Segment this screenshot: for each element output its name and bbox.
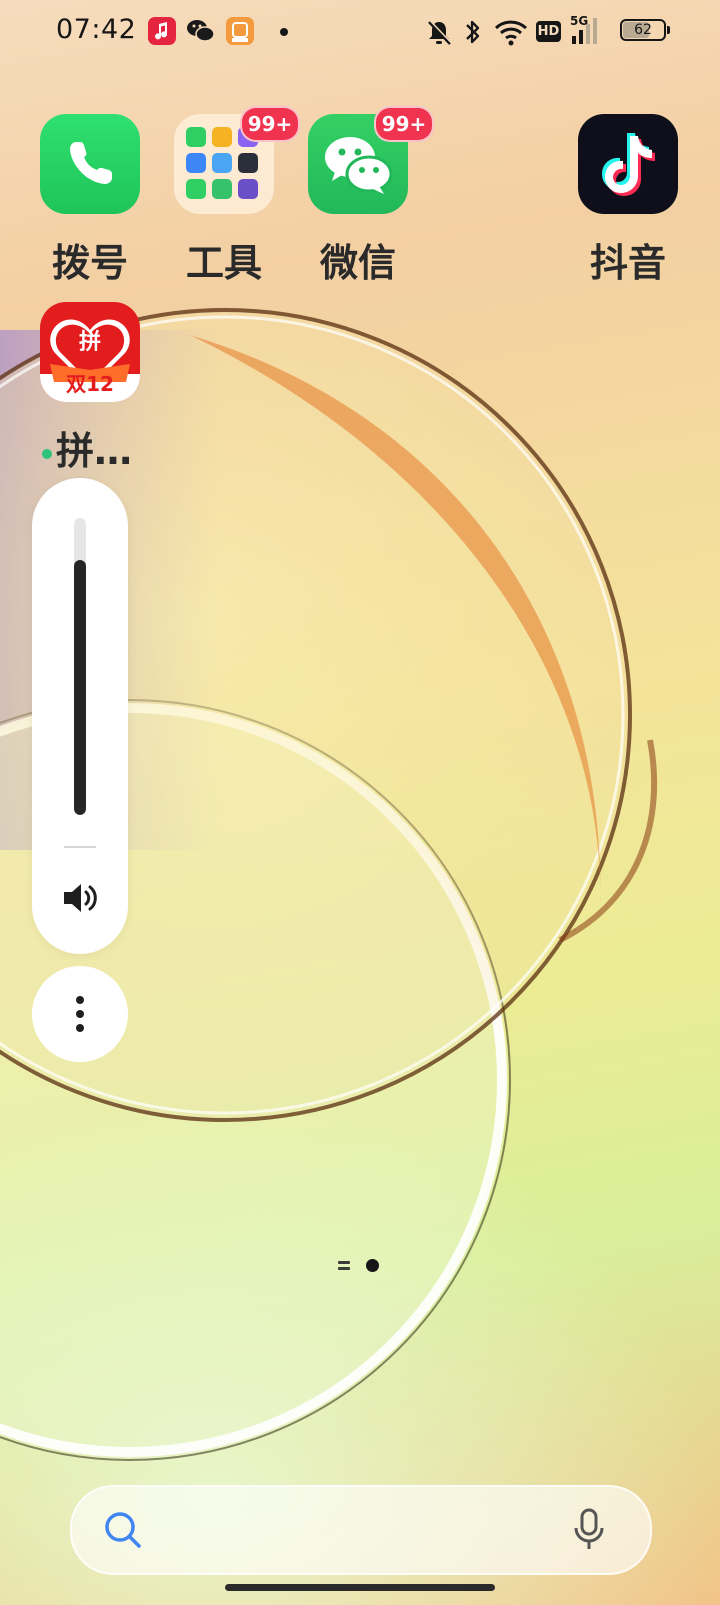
page-dot-current (366, 1259, 379, 1272)
more-dot-icon (280, 28, 288, 36)
app-sub-label: 双12 (66, 372, 114, 396)
cellular-5g-icon: 5G (570, 14, 610, 48)
volume-divider (64, 846, 96, 848)
volume-slider-fill (74, 560, 86, 815)
status-bar: 07:42 HD 5G 62 (0, 0, 720, 64)
home-screen: 07:42 HD 5G 62 拨号 99+ 工具 99+ 微信 抖音 拼 双12… (0, 0, 720, 1605)
bluetooth-icon (466, 20, 480, 44)
app-label: 拨号 (51, 241, 128, 285)
page-dot-1b (338, 1267, 350, 1270)
microphone-icon[interactable] (572, 1507, 606, 1553)
app-douyin[interactable]: 抖音 (578, 114, 678, 287)
app-label: 抖音 (589, 241, 666, 285)
wifi-icon (494, 20, 528, 46)
search-input[interactable] (162, 1507, 546, 1551)
notification-badge: 99+ (240, 106, 300, 142)
hd-icon: HD (536, 21, 561, 42)
search-bar[interactable] (70, 1485, 652, 1575)
wechat-icon: 99+ (308, 106, 434, 214)
pinduoduo-icon: 拼 双12 (40, 302, 140, 402)
phone-icon (40, 114, 140, 214)
douyin-icon (578, 114, 678, 214)
notification-badge: 99+ (374, 106, 434, 142)
volume-more-button[interactable] (32, 966, 128, 1062)
app-label: 拼… (42, 420, 142, 475)
app-logo-text: 拼 (78, 330, 101, 355)
app-wechat[interactable]: 99+ 微信 (308, 106, 434, 287)
volume-slider[interactable] (74, 518, 86, 815)
battery-level: 62 (634, 22, 652, 38)
speaker-icon[interactable] (60, 878, 100, 918)
app-label: 工具 (185, 241, 262, 285)
folder-tools[interactable]: 99+ 工具 (174, 106, 300, 287)
status-time: 07:42 (56, 14, 137, 45)
app-pinduoduo[interactable]: 拼 双12 拼… (40, 302, 140, 475)
music-icon (148, 17, 176, 45)
page-dot-1 (338, 1261, 350, 1264)
new-install-dot (42, 448, 52, 459)
app-label: 微信 (319, 241, 396, 285)
app-phone[interactable]: 拨号 (40, 114, 140, 287)
volume-panel (32, 478, 128, 954)
battery-icon: 62 (620, 19, 670, 41)
app-label-text: 拼… (56, 429, 133, 473)
app-notification-icon (226, 17, 254, 45)
wechat-icon (186, 17, 215, 45)
tools-folder-icon: 99+ (174, 106, 300, 214)
home-indicator[interactable] (225, 1584, 495, 1591)
more-vertical-icon (76, 996, 84, 1032)
search-icon[interactable] (102, 1509, 144, 1551)
page-indicator[interactable] (338, 1256, 388, 1276)
mute-icon (428, 19, 452, 45)
